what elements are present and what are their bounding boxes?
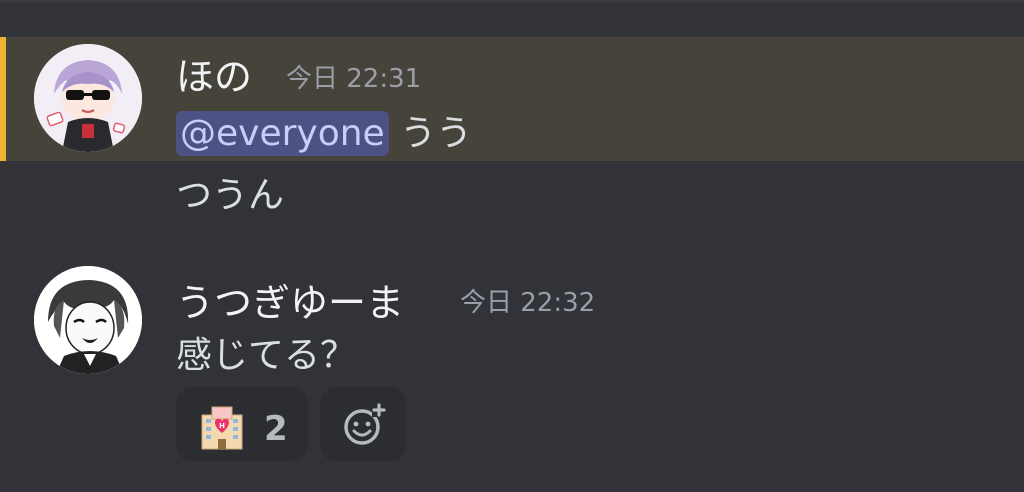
top-divider (0, 0, 1024, 3)
svg-text:H: H (219, 422, 225, 430)
message-text: うう (400, 113, 473, 154)
avatar[interactable] (34, 266, 142, 374)
reaction-button[interactable]: H 2 (176, 387, 308, 461)
avatar-illustration-icon (34, 44, 142, 152)
message-username[interactable]: ほの (176, 46, 252, 101)
message-content-line: @everyone うう (176, 104, 472, 156)
message-text: つうん (176, 175, 285, 216)
message-username[interactable]: うつぎゆーま (176, 272, 404, 327)
message-mention-highlight (0, 37, 1024, 161)
mention-highlight-bar (0, 37, 6, 161)
reaction-count: 2 (264, 409, 288, 449)
add-reaction-button[interactable] (320, 387, 406, 461)
avatar-illustration-icon (34, 266, 142, 374)
love-hotel-emoji-icon: H (201, 406, 243, 450)
avatar[interactable] (34, 44, 142, 152)
message-text: 感じてる？ (176, 335, 357, 376)
add-reaction-icon (344, 403, 386, 445)
everyone-mention[interactable]: @everyone (176, 111, 389, 156)
message-timestamp[interactable]: 今日 22:32 (460, 282, 595, 319)
message-timestamp[interactable]: 今日 22:31 (286, 58, 421, 95)
